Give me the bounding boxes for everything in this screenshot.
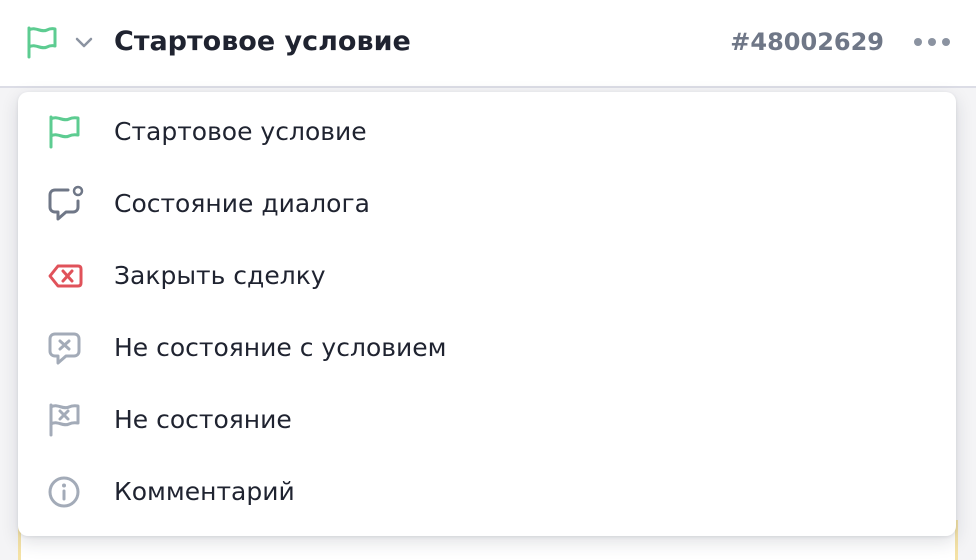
menu-item-non-state-with-condition[interactable]: Не состояние с условием: [18, 312, 956, 384]
more-horizontal-icon[interactable]: [910, 27, 954, 57]
menu-item-start-condition[interactable]: Стартовое условие: [18, 96, 956, 168]
menu-item-label: Стартовое условие: [114, 117, 367, 146]
chat-bubble-x-icon: [46, 330, 86, 366]
flag-icon: [24, 24, 60, 60]
menu-item-dialog-state[interactable]: Состояние диалога: [18, 168, 956, 240]
node-type-title[interactable]: Стартовое условие: [114, 22, 411, 62]
menu-item-label: Комментарий: [114, 477, 295, 506]
menu-item-label: Не состояние: [114, 405, 292, 434]
flag-x-icon: [46, 402, 86, 438]
node-id: #48002629: [730, 28, 884, 56]
close-tag-icon: [46, 258, 86, 294]
chat-bubble-dot-icon: [46, 185, 86, 222]
menu-item-label: Состояние диалога: [114, 189, 370, 218]
menu-item-close-deal[interactable]: Закрыть сделку: [18, 240, 956, 312]
menu-item-label: Закрыть сделку: [114, 261, 326, 290]
menu-item-non-state[interactable]: Не состояние: [18, 384, 956, 456]
chevron-down-icon[interactable]: [74, 32, 94, 52]
info-circle-icon: [46, 474, 86, 510]
flag-icon: [46, 114, 86, 150]
node-type-dropdown-menu: Стартовое условие Состояние диалога Закр…: [18, 92, 956, 536]
node-header: Стартовое условие #48002629: [0, 0, 976, 88]
menu-item-comment[interactable]: Комментарий: [18, 456, 956, 528]
menu-item-label: Не состояние с условием: [114, 333, 447, 362]
